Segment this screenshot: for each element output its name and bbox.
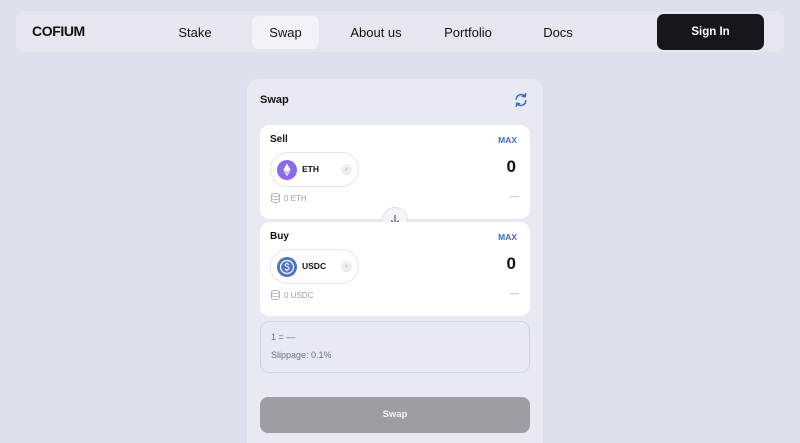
sell-panel: Sell MAX ETH › 0 0 ETH — (260, 125, 530, 219)
logo[interactable]: COFIUM (32, 23, 85, 39)
swap-card-title: Swap (260, 94, 289, 106)
nav-stake[interactable]: Stake (166, 16, 224, 49)
swap-button[interactable]: Swap (260, 397, 530, 433)
sign-in-button[interactable]: Sign In (657, 14, 764, 50)
sell-balance: 0 ETH (284, 194, 307, 203)
sell-token-name: ETH (302, 164, 319, 174)
nav-swap[interactable]: Swap (252, 16, 319, 49)
sell-token-selector[interactable]: ETH › (270, 152, 359, 187)
buy-amount-input[interactable]: 0 (507, 254, 516, 274)
buy-panel: Buy MAX USDC › 0 0 USDC — (260, 222, 530, 316)
usdc-icon (277, 257, 297, 277)
buy-token-selector[interactable]: USDC › (270, 249, 359, 284)
nav-about-us[interactable]: About us (344, 16, 408, 49)
top-navbar: COFIUM Stake Swap About us Portfolio Doc… (16, 11, 784, 52)
buy-token-name: USDC (302, 261, 327, 271)
buy-usd-value: — (510, 288, 519, 298)
swap-card: Swap Sell MAX ETH › 0 0 ETH — Buy MAX US… (247, 79, 543, 443)
slippage-info: Slippage: 0.1% (271, 350, 332, 360)
refresh-icon[interactable] (513, 92, 529, 108)
buy-balance: 0 USDC (284, 291, 314, 300)
chevron-right-icon: › (341, 261, 352, 272)
exchange-rate: 1 = — (271, 332, 296, 342)
sell-label: Sell (270, 134, 288, 145)
wallet-balance-icon (271, 193, 280, 203)
sell-usd-value: — (510, 191, 519, 201)
sell-amount-input[interactable]: 0 (507, 157, 516, 177)
sell-max-button[interactable]: MAX (498, 135, 517, 145)
wallet-balance-icon (271, 290, 280, 300)
buy-label: Buy (270, 231, 289, 242)
nav-portfolio[interactable]: Portfolio (436, 16, 500, 49)
swap-info-box: 1 = — Slippage: 0.1% (260, 321, 530, 373)
eth-icon (277, 160, 297, 180)
buy-max-button[interactable]: MAX (498, 232, 517, 242)
nav-docs[interactable]: Docs (536, 16, 580, 49)
chevron-right-icon: › (341, 164, 352, 175)
